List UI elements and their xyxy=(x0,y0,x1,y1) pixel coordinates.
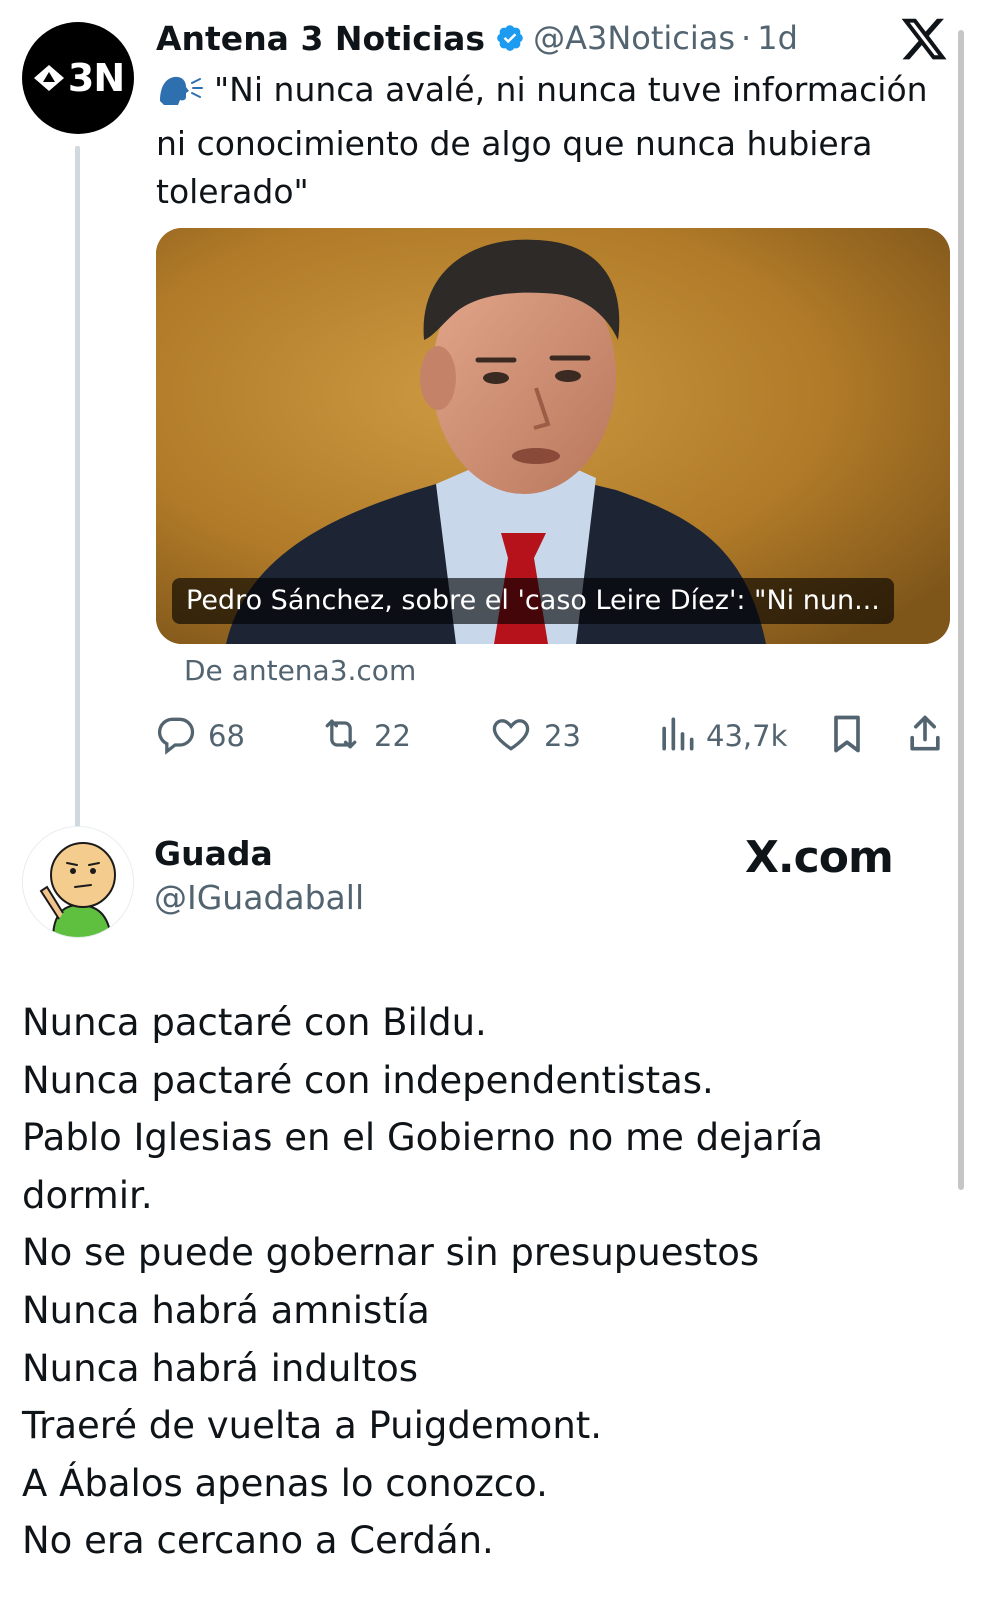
x-logo-icon xyxy=(898,14,950,64)
card-caption: Pedro Sánchez, sobre el 'caso Leire Díez… xyxy=(172,578,894,624)
reply-author-handle[interactable]: @IGuadaball xyxy=(154,878,364,917)
reply-button[interactable]: 68 xyxy=(154,712,245,760)
reply-line: A Ábalos apenas lo conozco. xyxy=(22,1461,548,1505)
thread-connector xyxy=(75,146,80,830)
reply-line: Traeré de vuelta a Puigdemont. xyxy=(22,1404,603,1448)
views-button[interactable]: 43,7k xyxy=(658,712,787,760)
author-display-name[interactable]: Antena 3 Noticias xyxy=(156,19,485,58)
reply-author-name[interactable]: Guada xyxy=(154,834,273,873)
reply-icon xyxy=(154,712,198,761)
reply-line: No se puede gobernar sin presupuestos xyxy=(22,1231,760,1275)
tweet-text: "Ni nunca avalé, ni nunca tuve informaci… xyxy=(156,66,956,216)
link-card[interactable]: Pedro Sánchez, sobre el 'caso Leire Díez… xyxy=(156,228,950,644)
reply-line: dormir. xyxy=(22,1173,153,1217)
author-avatar[interactable]: 3N xyxy=(22,22,134,134)
share-button[interactable] xyxy=(902,712,948,760)
tweet-timestamp[interactable]: 1d xyxy=(757,19,798,57)
reply-line: Nunca habrá indultos xyxy=(22,1346,418,1390)
antena3-logo-icon xyxy=(32,63,66,93)
separator-dot: · xyxy=(741,19,752,57)
speaking-head-icon xyxy=(156,71,204,120)
bookmark-button[interactable] xyxy=(824,712,870,760)
avatar-text: 3N xyxy=(67,56,125,100)
scrollbar[interactable] xyxy=(958,30,964,1190)
repost-button[interactable]: 22 xyxy=(318,712,411,760)
like-count: 23 xyxy=(544,719,581,753)
views-chart-icon xyxy=(658,712,696,761)
reply-count: 68 xyxy=(208,719,245,753)
bookmark-icon xyxy=(827,712,867,761)
author-handle[interactable]: @A3Noticias xyxy=(533,19,735,57)
heart-icon xyxy=(488,712,534,761)
like-button[interactable]: 23 xyxy=(488,712,581,760)
reply-body: Nunca pactaré con Bildu. Nunca pactaré c… xyxy=(22,994,952,1570)
tweet-header: Antena 3 Noticias @A3Noticias · 1d xyxy=(156,16,798,60)
xcom-watermark: X.com xyxy=(745,826,894,888)
reply-line: Nunca pactaré con Bildu. xyxy=(22,1001,487,1044)
repost-count: 22 xyxy=(374,719,411,753)
reply-line: Nunca pactaré con independentistas. xyxy=(22,1058,714,1102)
cartoon-avatar-icon xyxy=(23,827,133,937)
verified-badge-icon xyxy=(495,23,525,53)
reply-author-avatar[interactable] xyxy=(22,826,134,938)
reply-line: Nunca habrá amnistía xyxy=(22,1288,430,1332)
xcom-text: X.com xyxy=(745,831,894,883)
reply-line: Pablo Iglesias en el Gobierno no me deja… xyxy=(22,1116,824,1160)
views-count: 43,7k xyxy=(706,719,788,753)
repost-icon xyxy=(318,712,364,761)
share-icon xyxy=(905,712,945,761)
reply-line: No era cercano a Cerdán. xyxy=(22,1519,494,1563)
card-source-link[interactable]: De antena3.com xyxy=(184,654,416,687)
tweet-body-text: "Ni nunca avalé, ni nunca tuve informaci… xyxy=(156,70,928,211)
